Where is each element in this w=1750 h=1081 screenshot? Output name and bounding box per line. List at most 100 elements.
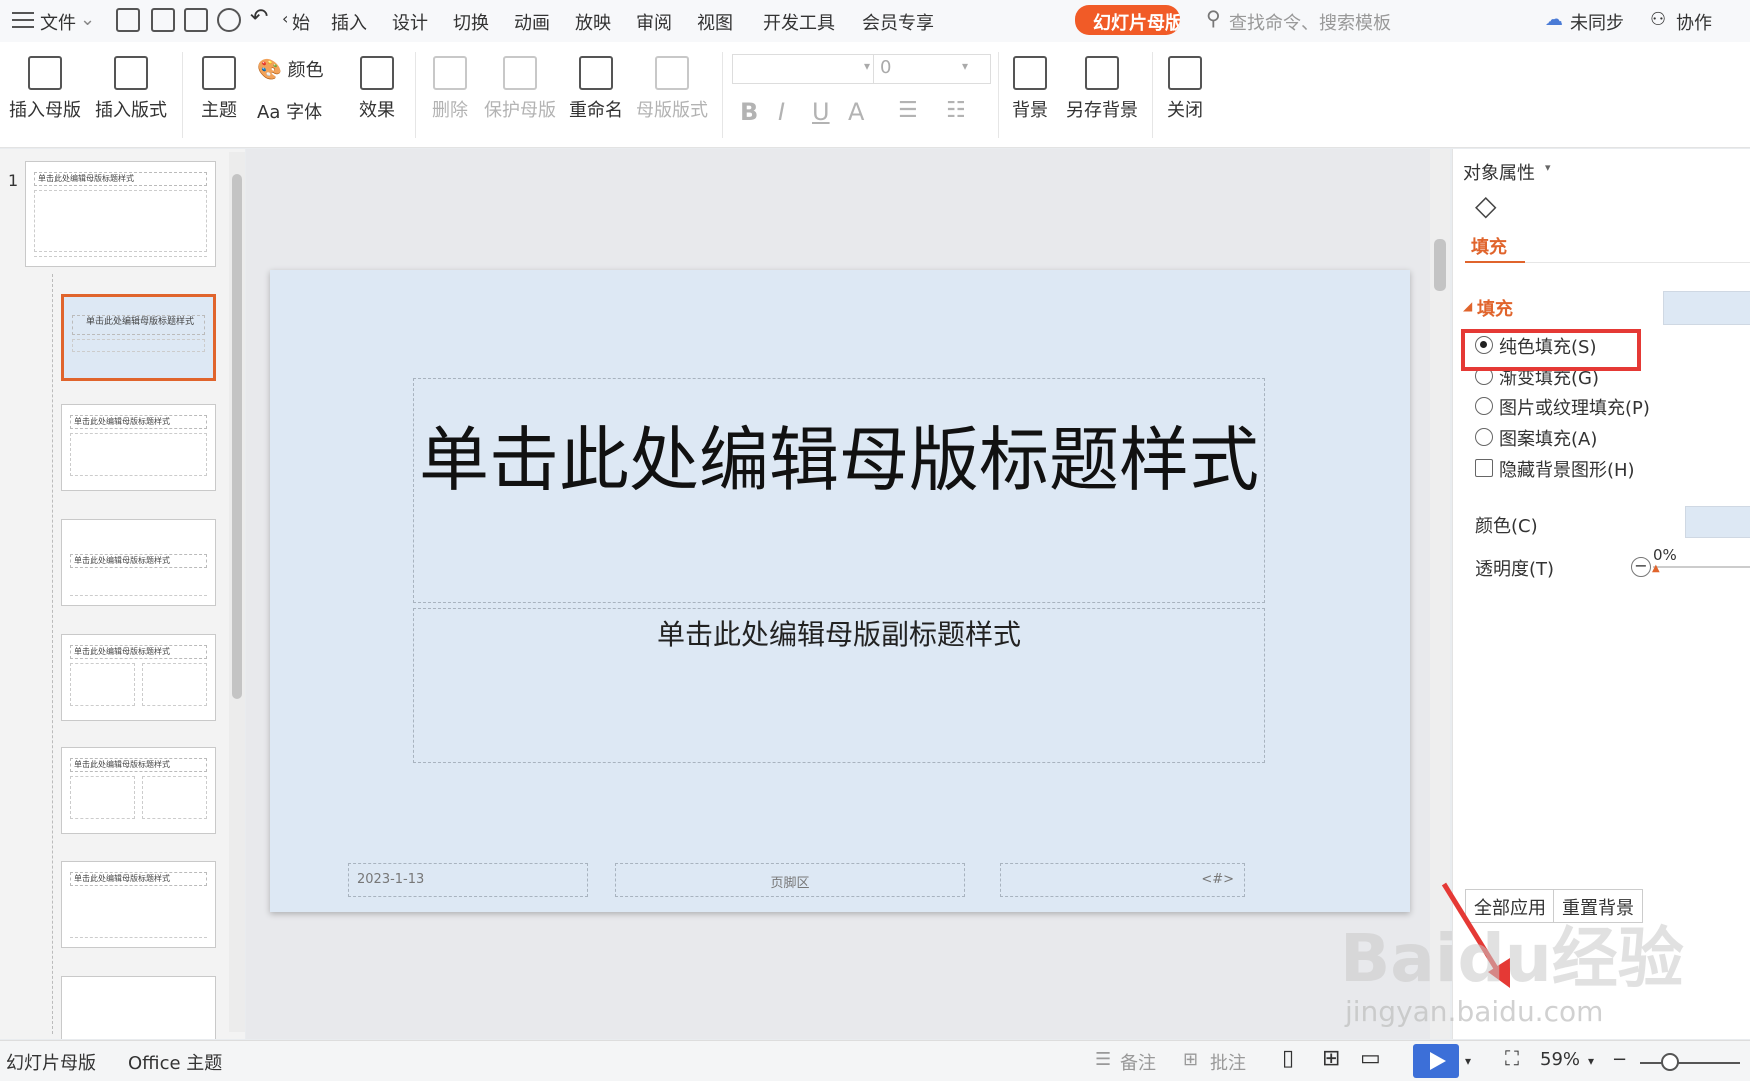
print-icon[interactable] (184, 8, 208, 32)
font-size-select[interactable]: 0 ▾ (873, 54, 991, 84)
comment-icon[interactable]: ⊞ (1183, 1049, 1198, 1070)
notes-icon[interactable]: ☰ (1095, 1049, 1111, 1070)
master-layout-icon (655, 56, 689, 90)
hide-background-checkbox[interactable] (1475, 459, 1493, 477)
zoom-out-icon[interactable]: − (1612, 1049, 1627, 1070)
tab-animations[interactable]: 动画 (514, 9, 550, 35)
bullet-list-icon[interactable]: ☰ (898, 98, 918, 123)
thumbnail-scrollbar[interactable] (229, 152, 245, 1032)
cloud-sync-icon[interactable]: ☁ (1545, 9, 1563, 30)
protect-master-button[interactable]: 保护母版 (480, 56, 560, 122)
tab-review[interactable]: 审阅 (636, 9, 672, 35)
zoom-slider[interactable] (1640, 1062, 1740, 1064)
tab-start-partial[interactable]: 始 (292, 9, 310, 35)
tab-transitions[interactable]: 切换 (453, 9, 489, 35)
picture-fill-label[interactable]: 图片或纹理填充(P) (1499, 394, 1650, 420)
date-placeholder[interactable]: 2023-1-13 (348, 863, 588, 897)
pattern-fill-radio[interactable] (1475, 428, 1493, 446)
baidu-watermark: Baidu经验 (1340, 920, 1684, 997)
layout-thumbnail[interactable]: 单击此处编辑母版标题样式 (61, 519, 216, 606)
font-color-icon[interactable]: A (848, 98, 864, 126)
export-pdf-icon[interactable] (151, 8, 175, 32)
print-preview-icon[interactable] (217, 8, 241, 32)
close-master-button[interactable]: 关闭 (1160, 56, 1210, 122)
chevron-down-icon[interactable]: ⌄ (80, 9, 95, 30)
insert-layout-icon (114, 56, 148, 90)
layout-thumbnail-selected[interactable]: 单击此处编辑母版标题样式 (61, 294, 216, 381)
tab-slide-master[interactable]: 幻灯片母版 (1075, 5, 1180, 35)
save-icon[interactable] (116, 8, 140, 32)
picture-fill-radio[interactable] (1475, 397, 1493, 415)
effects-button[interactable]: 效果 (350, 56, 404, 122)
tab-design[interactable]: 设计 (392, 9, 428, 35)
search-icon[interactable]: ⚲ (1206, 6, 1221, 30)
font-family-select[interactable]: ▾ (732, 54, 877, 84)
underline-icon[interactable]: U (812, 98, 830, 126)
paint-bucket-icon[interactable]: ◇ (1475, 189, 1497, 222)
file-menu[interactable]: 文件 (40, 9, 76, 35)
search-input[interactable]: 查找命令、搜索模板 (1229, 9, 1391, 35)
tab-developer[interactable]: 开发工具 (763, 9, 835, 35)
master-slide[interactable]: 单击此处编辑母版标题样式 单击此处编辑母版副标题样式 2023-1-13 页脚区… (270, 270, 1410, 912)
slide-sorter-icon[interactable]: ⊞ (1322, 1046, 1340, 1071)
sync-status[interactable]: 未同步 (1570, 9, 1624, 35)
scrollbar-thumb[interactable] (1434, 239, 1446, 291)
numbered-list-icon[interactable]: ☷ (946, 98, 966, 123)
scrollbar-thumb[interactable] (232, 174, 242, 699)
undo-icon[interactable]: ↶ (250, 5, 268, 30)
subtitle-placeholder[interactable]: 单击此处编辑母版副标题样式 (413, 608, 1265, 763)
rename-button[interactable]: 重命名 (566, 56, 626, 122)
layout-thumbnail[interactable]: 单击此处编辑母版标题样式 (61, 861, 216, 948)
zoom-level[interactable]: 59% (1540, 1049, 1580, 1070)
master-thumbnail[interactable]: 单击此处编辑母版标题样式 (25, 161, 216, 267)
notes-button[interactable]: 备注 (1120, 1049, 1156, 1075)
italic-icon[interactable]: I (778, 98, 785, 126)
layout-thumbnail[interactable]: 单击此处编辑母版标题样式 (61, 634, 216, 721)
zoom-slider-thumb[interactable] (1661, 1053, 1680, 1071)
collaborate-button[interactable]: 协作 (1676, 9, 1712, 35)
tab-slideshow[interactable]: 放映 (575, 9, 611, 35)
layout-thumbnail[interactable] (61, 976, 216, 1039)
delete-button[interactable]: 删除 (422, 56, 478, 122)
scroll-left-icon[interactable]: ‹ (282, 9, 288, 28)
tab-view[interactable]: 视图 (697, 9, 733, 35)
decrease-transparency-icon[interactable]: − (1631, 557, 1651, 577)
chevron-down-icon[interactable]: ▾ (1545, 161, 1551, 174)
fonts-button[interactable]: Aa 字体 (257, 98, 341, 124)
hide-background-label[interactable]: 隐藏背景图形(H) (1499, 456, 1635, 482)
save-background-button[interactable]: 另存背景 (1062, 56, 1142, 122)
theme-button[interactable]: 主题 (192, 56, 246, 122)
background-button[interactable]: 背景 (1005, 56, 1055, 122)
footer-placeholder[interactable]: 页脚区 (615, 863, 965, 897)
page-number-placeholder[interactable]: <#> (1000, 863, 1245, 897)
layout-thumbnail[interactable]: 单击此处编辑母版标题样式 (61, 404, 216, 491)
pane-header[interactable]: 对象属性 (1463, 159, 1535, 185)
tab-fill[interactable]: 填充 (1471, 233, 1507, 259)
colors-button[interactable]: 🎨 颜色 (257, 56, 341, 82)
transparency-slider-thumb[interactable]: ▲ (1652, 563, 1660, 574)
master-layout-button[interactable]: 母版版式 (632, 56, 712, 122)
reading-view-icon[interactable]: ▭ (1360, 1046, 1381, 1071)
fit-window-icon[interactable]: ⛶ (1505, 1046, 1519, 1070)
add-user-icon[interactable]: ⚇ (1650, 9, 1666, 30)
transparency-slider[interactable] (1653, 566, 1750, 568)
insert-master-button[interactable]: 插入母版 (6, 56, 84, 122)
tab-member[interactable]: 会员专享 (862, 9, 934, 35)
hamburger-menu-icon[interactable] (12, 12, 34, 28)
layout-tree-line (52, 274, 53, 1034)
insert-layout-button[interactable]: 插入版式 (92, 56, 170, 122)
chevron-down-icon[interactable]: ▾ (1588, 1054, 1594, 1068)
pattern-fill-label[interactable]: 图案填充(A) (1499, 425, 1597, 451)
normal-view-icon[interactable]: ▯ (1282, 1046, 1294, 1071)
color-picker[interactable] (1685, 506, 1750, 538)
chevron-down-icon[interactable]: ▾ (1465, 1054, 1471, 1068)
status-theme[interactable]: Office 主题 (128, 1049, 222, 1075)
collapse-triangle-icon[interactable]: ◢ (1463, 299, 1472, 313)
comments-button[interactable]: 批注 (1210, 1049, 1246, 1075)
title-placeholder[interactable]: 单击此处编辑母版标题样式 (413, 378, 1265, 603)
layout-thumbnail[interactable]: 单击此处编辑母版标题样式 (61, 747, 216, 834)
play-slideshow-button[interactable] (1413, 1044, 1459, 1078)
fill-preview-swatch[interactable] (1663, 291, 1750, 325)
tab-insert[interactable]: 插入 (331, 9, 367, 35)
bold-icon[interactable]: B (740, 98, 758, 126)
